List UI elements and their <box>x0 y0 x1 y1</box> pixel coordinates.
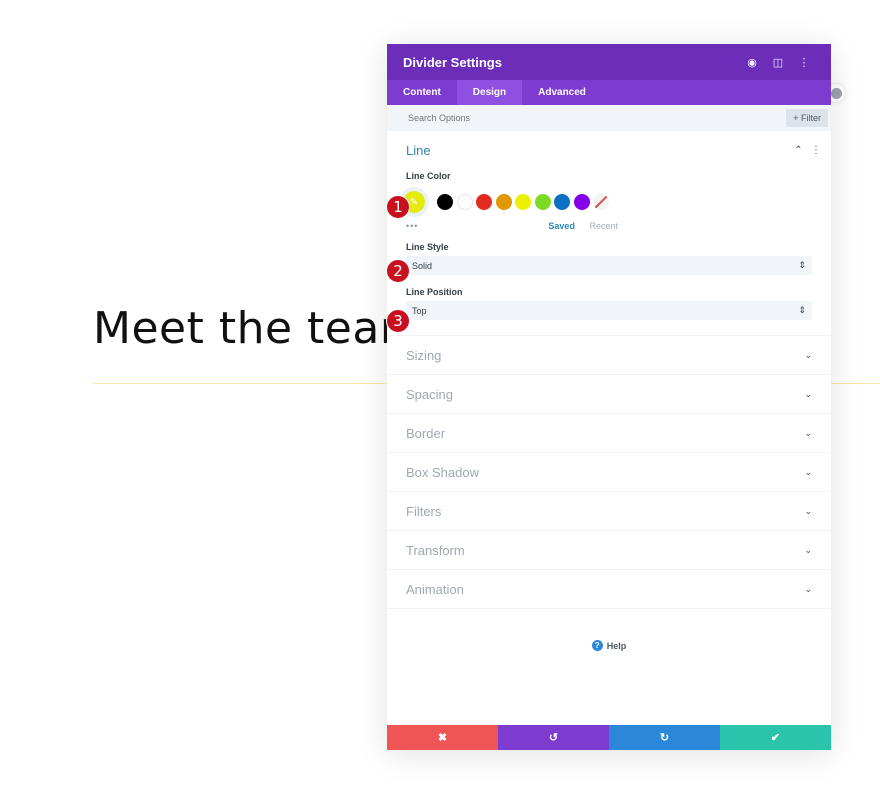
line-section-title[interactable]: Line <box>406 131 812 165</box>
eyedropper-icon: ✎ <box>409 196 419 208</box>
save-button[interactable]: ✔ <box>720 725 831 750</box>
recent-colors-tab[interactable]: Recent <box>589 221 618 231</box>
chevron-down-icon: ⌄ <box>804 505 812 516</box>
search-options-input[interactable] <box>406 112 710 124</box>
more-swatches-button[interactable]: ••• <box>406 221 418 231</box>
chevron-up-icon[interactable]: ⌃ <box>794 145 802 156</box>
select-arrows-icon: ⇕ <box>798 305 806 315</box>
chevron-down-icon: ⌄ <box>804 583 812 594</box>
section-label: Filters <box>406 503 442 519</box>
swatch-black[interactable] <box>437 194 453 210</box>
line-position-value: Top <box>412 305 427 316</box>
swatch-yellow[interactable] <box>515 194 531 210</box>
check-icon: ✔ <box>770 732 781 744</box>
help-label: Help <box>606 640 627 651</box>
swatch-red[interactable] <box>476 194 492 210</box>
annotation-badge-2: 2 <box>386 259 410 283</box>
section-transform[interactable]: Transform ⌄ <box>387 530 831 569</box>
section-sizing[interactable]: Sizing ⌄ <box>387 335 831 374</box>
line-section: Line ⌃ ⋮ Line Color ✎ ••• Saved Recent L… <box>387 131 831 320</box>
line-style-value: Solid <box>412 260 433 271</box>
split-view-icon[interactable]: ◫ <box>767 56 789 69</box>
line-style-label: Line Style <box>406 242 449 252</box>
section-border[interactable]: Border ⌄ <box>387 413 831 452</box>
filter-button[interactable]: + Filter <box>786 109 828 127</box>
section-filters[interactable]: Filters ⌄ <box>387 491 831 530</box>
annotation-badge-1: 1 <box>386 195 410 219</box>
page-heading: Meet the team <box>93 303 424 354</box>
section-label: Sizing <box>406 347 442 363</box>
swatch-green[interactable] <box>534 194 551 210</box>
more-options-icon[interactable]: ⋮ <box>793 56 815 69</box>
select-arrows-icon: ⇕ <box>798 260 806 270</box>
section-label: Border <box>406 425 446 441</box>
chevron-down-icon: ⌄ <box>804 544 812 555</box>
swatch-none[interactable] <box>593 194 609 210</box>
color-swatches: ✎ <box>403 185 812 219</box>
chevron-down-icon: ⌄ <box>804 349 812 360</box>
redo-icon: ↻ <box>659 732 670 744</box>
chevron-down-icon: ⌄ <box>804 427 812 438</box>
swatch-orange[interactable] <box>495 194 512 210</box>
modal-title: Divider Settings <box>403 54 502 70</box>
swatch-white[interactable] <box>456 194 473 210</box>
section-label: Box Shadow <box>406 464 479 480</box>
section-label: Spacing <box>406 386 453 402</box>
line-style-select[interactable]: Solid ⇕ <box>406 256 812 275</box>
modal-footer: ✖ ↺ ↻ ✔ <box>387 725 831 750</box>
line-position-label: Line Position <box>406 287 463 297</box>
close-icon: ✖ <box>437 732 448 744</box>
redo-button[interactable]: ↻ <box>609 725 720 750</box>
help-link[interactable]: ? Help <box>387 640 831 651</box>
swatch-purple[interactable] <box>573 194 590 210</box>
more-options-icon[interactable]: ⋮ <box>811 145 821 156</box>
undo-icon: ↺ <box>548 732 559 744</box>
cancel-button[interactable]: ✖ <box>387 725 498 750</box>
swatch-blue[interactable] <box>554 194 570 210</box>
section-label: Animation <box>406 581 464 597</box>
chevron-down-icon: ⌄ <box>804 388 812 399</box>
focus-icon[interactable]: ◉ <box>741 56 763 69</box>
saved-colors-tab[interactable]: Saved <box>548 221 575 231</box>
line-color-label: Line Color <box>406 171 451 181</box>
modal-header: Divider Settings ◉ ◫ ⋮ <box>387 44 831 80</box>
tab-content[interactable]: Content <box>387 80 457 105</box>
tab-advanced[interactable]: Advanced <box>522 80 602 105</box>
help-icon: ? <box>591 640 603 651</box>
section-controls: ⌃ ⋮ <box>794 145 821 156</box>
chevron-down-icon: ⌄ <box>804 466 812 477</box>
collapsed-sections: Sizing ⌄ Spacing ⌄ Border ⌄ Box Shadow ⌄ Fil… <box>387 335 831 609</box>
section-label: Transform <box>406 542 465 558</box>
section-spacing[interactable]: Spacing ⌄ <box>387 374 831 413</box>
section-box-shadow[interactable]: Box Shadow ⌄ <box>387 452 831 491</box>
line-position-select[interactable]: Top ⇕ <box>406 301 812 320</box>
search-row: + Filter <box>387 105 831 131</box>
undo-button[interactable]: ↺ <box>498 725 609 750</box>
swatch-options: ••• Saved Recent <box>406 219 618 233</box>
divider-settings-modal: Divider Settings ◉ ◫ ⋮ Content Design Ad… <box>387 44 831 750</box>
section-animation[interactable]: Animation ⌄ <box>387 569 831 609</box>
tab-design[interactable]: Design <box>456 80 523 105</box>
modal-tabs: Content Design Advanced <box>387 80 831 105</box>
gear-icon <box>830 87 842 99</box>
annotation-badge-3: 3 <box>386 309 410 333</box>
